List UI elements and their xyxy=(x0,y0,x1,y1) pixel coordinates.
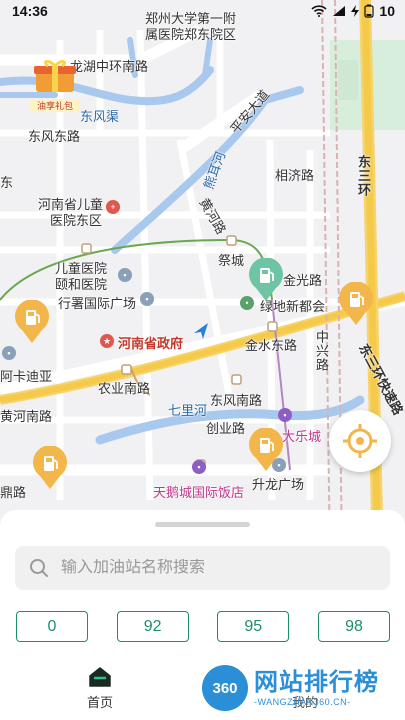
road-nongye-south: 农业南路 xyxy=(98,381,151,396)
tab-home-label: 首页 xyxy=(86,695,113,710)
road-huanghe-south: 黄河南路 xyxy=(0,409,53,424)
status-bar: 14:36 10 xyxy=(0,0,405,24)
charging-bolt-icon xyxy=(351,5,360,17)
road-jinguang: 金光路 xyxy=(283,273,323,288)
gas-pump-icon xyxy=(339,281,373,325)
road-longhu: 龙湖中环南路 xyxy=(70,59,149,74)
building-icon: ▪ xyxy=(118,268,132,282)
road-ding: 鼎路 xyxy=(0,485,27,500)
road-ring3-east: 东三环 xyxy=(356,155,371,197)
watermark-logo: 360 xyxy=(202,665,248,711)
fuel-type-92-button[interactable]: 92 xyxy=(116,611,189,642)
map-view[interactable]: 郑州大学第一附 属医院郑东院区 龙湖中环南路 东风渠 东风东路 平安大道 相济路… xyxy=(0,0,405,560)
road-zhongxing: 中兴路 xyxy=(314,330,329,372)
fuel-type-95-button[interactable]: 95 xyxy=(217,611,290,642)
gas-pump-icon xyxy=(249,427,283,471)
search-bar[interactable] xyxy=(15,546,390,590)
station-search-input[interactable] xyxy=(61,559,361,577)
poi-akadiya: 阿卡迪亚 xyxy=(0,369,53,384)
gift-box-icon xyxy=(34,59,76,92)
gas-station-marker[interactable] xyxy=(247,427,285,472)
fuel-type-98-button[interactable]: 98 xyxy=(317,611,390,642)
gift-label: 油享礼包 xyxy=(30,99,80,112)
gas-station-marker[interactable] xyxy=(13,299,51,344)
gas-station-marker[interactable] xyxy=(247,257,285,302)
place-jicheng: 祭城 xyxy=(218,253,245,268)
poi-shenglong-plaza: 升龙广场 xyxy=(252,477,305,492)
government-star-icon: ★ xyxy=(100,334,114,348)
gift-promo[interactable]: 油享礼包 xyxy=(30,58,80,112)
shopping-icon: ▪ xyxy=(278,408,292,422)
poi-henan-children-line2: 医院东区 xyxy=(50,213,103,228)
crosshair-icon xyxy=(343,424,377,458)
current-location-arrow-icon xyxy=(194,323,208,339)
road-chuangye: 创业路 xyxy=(206,421,246,436)
poi-zhengda-hospital-line2: 属医院郑东院区 xyxy=(145,27,237,42)
poi-dalecheng: 大乐城 xyxy=(282,429,322,444)
signal-icon xyxy=(333,6,346,16)
poi-tiane-hotel: 天鹅城国际饭店 xyxy=(153,485,245,500)
fuel-type-0-button[interactable]: 0 xyxy=(16,611,88,642)
watermark-url: -WANGZHAN360.CN- xyxy=(254,697,351,707)
wifi-icon xyxy=(311,5,327,17)
poi-children-hospital-line2: 颐和医院 xyxy=(55,277,108,292)
road-dong-edge: 东 xyxy=(0,175,14,190)
gas-station-marker[interactable] xyxy=(31,445,69,490)
fuel-type-selector: 0 92 95 98 xyxy=(16,611,390,642)
road-dongfeng-south: 东风南路 xyxy=(210,393,263,408)
locate-me-button[interactable] xyxy=(329,410,391,472)
river-dongfengqu: 东风渠 xyxy=(80,109,120,124)
status-icons: 10 xyxy=(311,3,395,19)
status-time: 14:36 xyxy=(12,3,48,19)
battery-level: 10 xyxy=(379,3,395,19)
gas-pump-icon xyxy=(249,257,283,301)
home-icon xyxy=(89,667,111,687)
road-dongfeng-east: 东风东路 xyxy=(28,129,81,144)
battery-icon xyxy=(364,4,375,18)
hospital-icon: + xyxy=(106,200,120,214)
road-jinshui-east: 金水东路 xyxy=(245,338,298,353)
watermark-name: 网站排行榜 xyxy=(254,669,379,696)
road-xiangji: 相济路 xyxy=(275,168,315,183)
sheet-drag-handle[interactable] xyxy=(155,522,250,527)
watermark: 360 网站排行榜 -WANGZHAN360.CN- xyxy=(202,660,379,716)
building-icon: ▪ xyxy=(140,292,154,306)
building-icon: ▪ xyxy=(2,346,16,360)
gas-station-marker[interactable] xyxy=(337,281,375,326)
gas-pump-icon xyxy=(33,445,67,489)
bottom-sheet: 0 92 95 98 首页 我的 360 网站排行榜 -WANGZHAN360.… xyxy=(0,510,405,720)
river-qili: 七里河 xyxy=(168,403,208,418)
poi-xingshu-plaza: 行署国际广场 xyxy=(58,296,137,311)
hotel-icon: ▪ xyxy=(192,460,206,474)
search-icon xyxy=(30,559,48,577)
poi-henan-gov: 河南省政府 xyxy=(118,336,184,351)
tab-home[interactable]: 首页 xyxy=(40,666,160,711)
gas-pump-icon xyxy=(15,299,49,343)
